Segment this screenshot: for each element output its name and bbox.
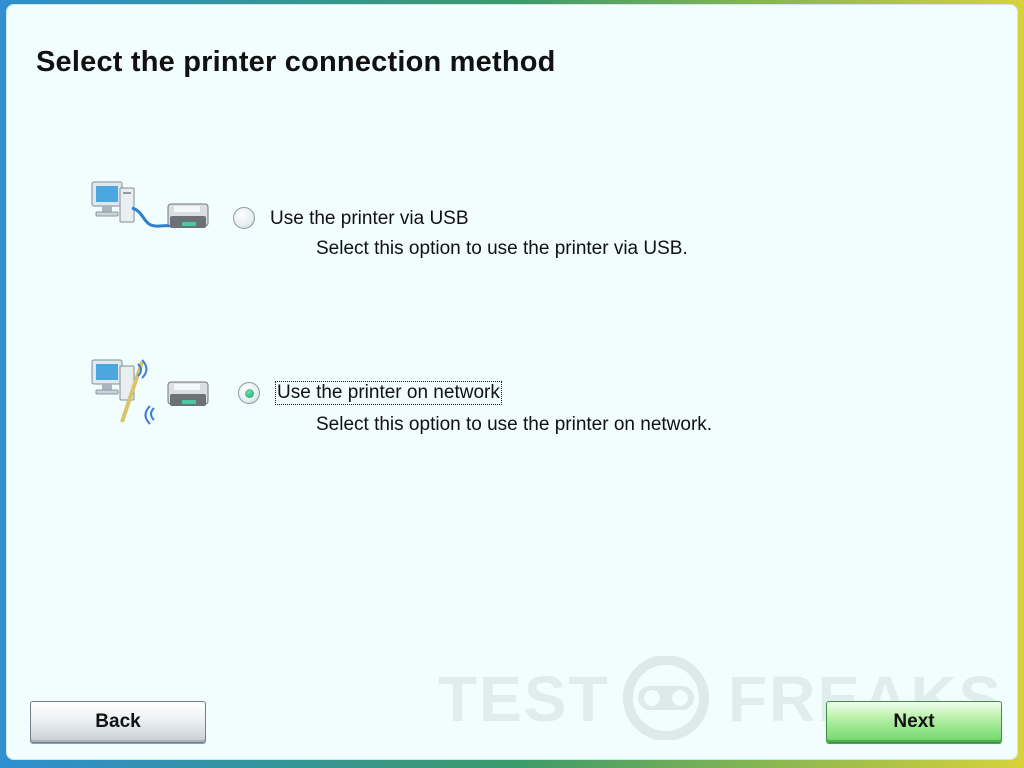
option-description-network: Select this option to use the printer on… <box>316 414 713 435</box>
dialog-panel: Select the printer connection method Use… <box>6 4 1018 760</box>
option-label-usb[interactable]: Use the printer via USB <box>270 208 469 230</box>
radio-network[interactable] <box>238 382 260 404</box>
option-description-usb: Select this option to use the printer vi… <box>316 238 688 259</box>
radio-usb[interactable] <box>233 207 255 229</box>
window-frame: Select the printer connection method Use… <box>0 0 1024 768</box>
watermark-text-left: TEST <box>438 663 610 735</box>
computer-usb-printer-icon <box>86 178 214 250</box>
back-button[interactable]: Back <box>30 701 206 743</box>
page-title: Select the printer connection method <box>36 46 556 78</box>
radio-selected-dot <box>245 389 254 398</box>
computer-network-printer-icon <box>86 356 214 428</box>
option-label-network[interactable]: Use the printer on network <box>275 381 502 405</box>
watermark-emblem-icon <box>623 656 709 740</box>
next-button[interactable]: Next <box>826 701 1002 743</box>
